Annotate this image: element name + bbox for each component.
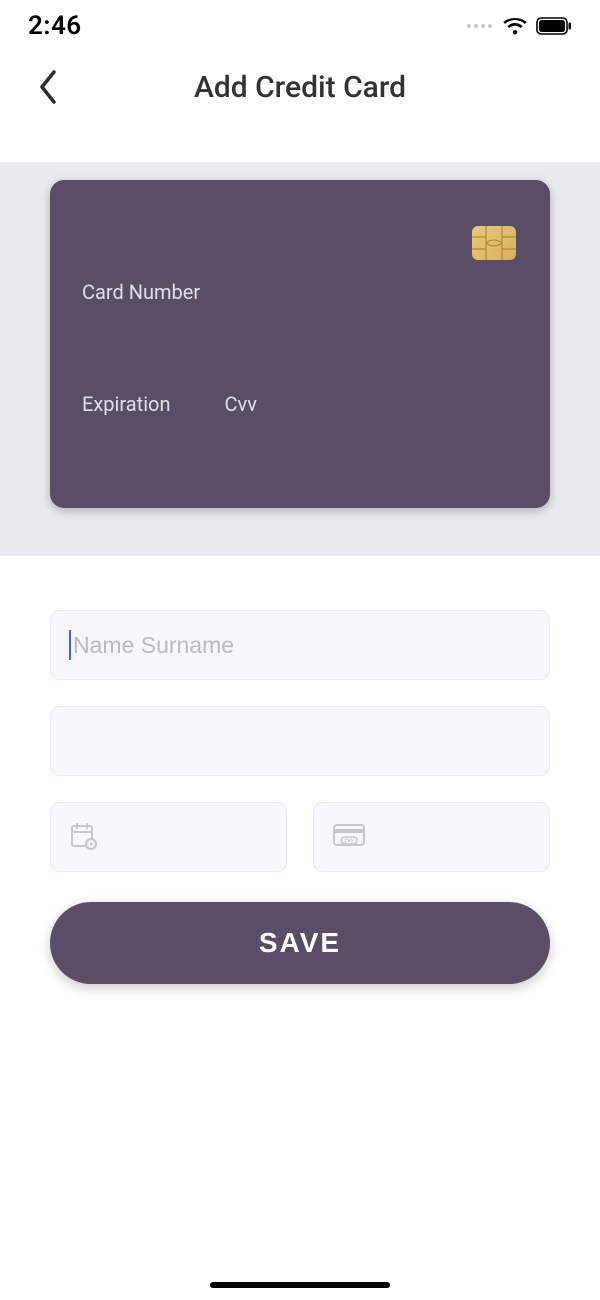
form: CVV SAVE [0, 556, 600, 984]
status-bar: 2:46 [0, 0, 600, 52]
card-preview-area: Card Number Expiration Cvv [0, 162, 600, 556]
credit-card-preview: Card Number Expiration Cvv [50, 180, 550, 508]
status-time: 2:46 [28, 11, 82, 41]
header: Add Credit Card [0, 52, 600, 122]
status-right [467, 16, 572, 36]
cellular-dots-icon [467, 24, 492, 28]
card-expiration-label: Expiration [82, 392, 171, 416]
battery-icon [536, 17, 572, 35]
svg-text:CVV: CVV [344, 839, 355, 845]
card-cvv-label: Cvv [225, 392, 257, 416]
cvv-input[interactable] [380, 824, 531, 851]
expiry-field[interactable] [50, 802, 287, 872]
card-number-input[interactable] [83, 728, 531, 755]
page-title: Add Credit Card [194, 70, 406, 105]
calendar-gear-icon [69, 820, 99, 854]
card-chip-icon [472, 226, 516, 260]
home-indicator[interactable] [210, 1282, 390, 1288]
cvv-field[interactable]: CVV [313, 802, 550, 872]
wifi-icon [502, 16, 528, 36]
name-input[interactable] [73, 632, 531, 659]
save-button[interactable]: SAVE [50, 902, 550, 984]
chevron-left-icon [38, 70, 58, 104]
expiry-input[interactable] [113, 824, 268, 851]
name-field[interactable] [50, 610, 550, 680]
back-button[interactable] [30, 69, 66, 105]
cvv-icon: CVV [332, 821, 366, 853]
text-caret [69, 630, 71, 660]
card-number-label: Card Number [82, 280, 200, 304]
card-number-field[interactable] [50, 706, 550, 776]
